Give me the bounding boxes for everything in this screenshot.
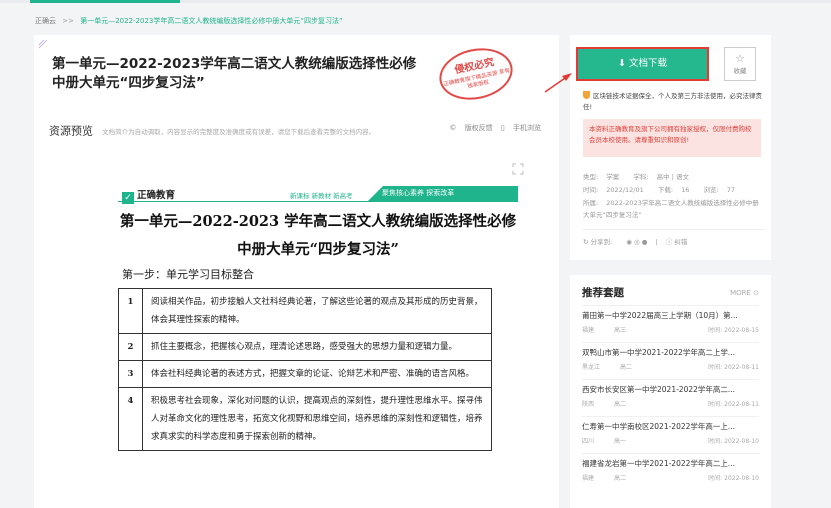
divider: [583, 229, 765, 230]
meta-time: 时间: 2022/12/01: [583, 186, 644, 194]
goal-number: 3: [118, 360, 143, 388]
copyright-stamp: 侵权必究 正确教育旗下精品资源 享有独家版权: [434, 41, 518, 107]
page-header: ✓ 正确教育 新课标 新教材 新高考 聚焦核心素养 探索改革: [118, 185, 518, 204]
star-icon: ☆: [735, 52, 745, 65]
breadcrumb-separator: >>: [62, 17, 74, 25]
goal-number: 2: [118, 333, 143, 361]
rec-meta: 福建 高二 时间: 2022-08-10: [582, 475, 759, 482]
top-bar: [0, 0, 831, 3]
preview-header: 资源预览 文档简介为自动调取，内容显示的完整度及准确度或有误差，请您下载后查看完…: [49, 120, 549, 138]
list-item[interactable]: 福建省龙岩第一中学2021-2022学年高二上... 福建 高二 时间: 2022-…: [582, 453, 759, 490]
meta-downloads: 下载: 16: [657, 186, 690, 194]
meta-row: 类型: 学案 学科: 高中 | 语文: [583, 171, 765, 183]
license-notice: 本资料正确教育及旗下公司拥有独家授权，仅限付费购校会员本校使用。请尊重知识和原创…: [583, 119, 761, 157]
meta-views: 浏览: 77: [703, 186, 736, 194]
rec-title[interactable]: 仁寿第一中学南校区2021-2022学年高一上...: [582, 421, 759, 432]
meta-row: 时间: 2022/12/01 下载: 16 浏览: 77: [583, 184, 765, 196]
goals-table: 1 阅读相关作品，初步接触人文社科经典论著，了解这些论著的观点及其形成的历史背景，…: [118, 288, 492, 451]
rec-meta: 福建 高三 时间: 2022-08-15: [582, 327, 759, 334]
goal-text: 体会社科经典论著的表述方式，把握文章的论证、论辩艺术和严密、准确的语言风格。: [142, 360, 492, 388]
goal-text: 抓住主要概念，把握核心观点，理清论述思路，感受强大的思想力量和逻辑力量。: [142, 333, 492, 361]
goal-text: 积极思考社会现象，深化对问题的认识，提高观点的深刻性，提升理性思维水平。探寻伟人…: [142, 387, 492, 451]
page-title: 第一单元—2022-2023 学年高二语文人教统编版选择性必修 中册大单元“四步…: [118, 208, 518, 264]
page-banner: 聚焦核心素养 探索改革: [368, 186, 518, 201]
fullscreen-icon[interactable]: [512, 163, 524, 175]
table-row: 1 阅读相关作品，初步接触人文社科经典论著，了解这些论著的观点及其形成的历史背景，…: [118, 288, 492, 334]
preview-tools: © 版权反馈 ▯ 手机浏览: [443, 123, 541, 133]
mobile-view-link[interactable]: ▯ 手机浏览: [501, 124, 541, 132]
brand-name: 正确教育: [137, 190, 176, 201]
preview-hint: 文档简介为自动调取，内容显示的完整度及准确度或有误差，请您下载后查看完整的文档内…: [102, 127, 376, 136]
step-heading: 第一步：单元学习目标整合: [122, 268, 254, 281]
top-bar-accent: [30, 0, 180, 3]
rec-title[interactable]: 福建省龙岩第一中学2021-2022学年高二上...: [582, 458, 759, 469]
page-title-line1: 第一单元—2022-2023 学年高二语文人教统编版选择性必修: [119, 213, 517, 230]
goal-number: 1: [118, 288, 143, 334]
list-item[interactable]: 西安市长安区第一中学2021-2022学年高二... 陕西 高二 时间: 2022-…: [582, 379, 759, 416]
meta-subject: 学科: 高中 | 语文: [633, 173, 689, 181]
share-separator: |: [655, 238, 658, 246]
rec-title[interactable]: 莆田第一中学2022届高三上学期（10月）第...: [582, 310, 759, 321]
rec-meta: 四川 高一 时间: 2022-08-10: [582, 438, 759, 445]
download-button[interactable]: ⬇ 文档下载: [576, 47, 709, 81]
recommend-header: 推荐套题 MORE ⊙: [570, 275, 771, 305]
favorite-button[interactable]: ☆ 收藏: [724, 47, 756, 81]
document-page: ✓ 正确教育 新课标 新教材 新高考 聚焦核心素养 探索改革 第一单元—2022-…: [118, 185, 518, 451]
more-link[interactable]: MORE ⊙: [730, 289, 759, 297]
report-link[interactable]: ⓘ 纠错: [666, 238, 694, 246]
table-row: 3 体会社科经典论著的表述方式，把握文章的论证、论辩艺术和严密、准确的语言风格。: [118, 360, 492, 388]
table-row: 2 抓住主要概念，把握核心观点，理清论述思路，感受强大的思想力量和逻辑力量。: [118, 333, 492, 361]
rec-meta: 黑龙江 高二 时间: 2022-08-11: [582, 364, 759, 371]
breadcrumb-home[interactable]: 正确云: [35, 17, 56, 25]
resource-meta: 类型: 学案 学科: 高中 | 语文 时间: 2022/12/01 下载: 16…: [583, 171, 765, 249]
document-title: 第一单元—2022-2023学年高二语文人教统编版选择性必修中册大单元“四步复习…: [52, 56, 417, 91]
page-title-line2: 中册大单元“四步复习法”: [237, 241, 399, 258]
document-panel: 第一单元—2022-2023学年高二语文人教统编版选择性必修中册大单元“四步复习…: [34, 35, 559, 508]
share-label: ↻ 分享到:: [583, 238, 613, 246]
blockchain-notice: 区块链技术证据保全，个人及第三方非法使用，必究法律责任!: [583, 91, 762, 111]
goal-text: 阅读相关作品，初步接触人文社科经典论著，了解这些论著的观点及其形成的历史背景，体…: [142, 288, 492, 334]
corner-mark-icon: [38, 39, 48, 49]
favorite-label: 收藏: [733, 67, 747, 75]
share-row: ↻ 分享到: ◉ ◎ ● | ⓘ 纠错: [583, 236, 765, 248]
meta-type: 类型: 学案: [583, 173, 620, 181]
shield-icon: [583, 91, 590, 99]
check-icon: ✓: [122, 192, 134, 204]
recommend-panel: 推荐套题 MORE ⊙ 莆田第一中学2022届高三上学期（10月）第... 福建…: [570, 275, 771, 508]
rec-title[interactable]: 西安市长安区第一中学2021-2022学年高二...: [582, 384, 759, 395]
list-item[interactable]: 双鸭山市第一中学2021-2022学年高二上学... 黑龙江 高二 时间: 2022…: [582, 342, 759, 379]
breadcrumb-current[interactable]: 第一单元—2022-2023学年高二语文人教统编版选择性必修中册大单元“四步复习…: [80, 17, 342, 25]
list-item[interactable]: 莆田第一中学2022届高三上学期（10月）第... 福建 高三 时间: 2022-0…: [582, 305, 759, 342]
meta-belongs[interactable]: 所属: 2022-2023学年高二语文人教统编版选择性必修中册大单元“四步复习法…: [583, 197, 765, 221]
page-tags: 新课标 新教材 新高考: [290, 192, 353, 200]
rec-meta: 陕西 高二 时间: 2022-08-11: [582, 401, 759, 408]
preview-label: 资源预览: [49, 124, 93, 138]
copyright-feedback-link[interactable]: © 版权反馈: [449, 124, 492, 132]
brand-logo: ✓ 正确教育: [122, 187, 175, 204]
download-panel: ⬇ 文档下载 ☆ 收藏 区块链技术证据保全，个人及第三方非法使用，必究法律责任!…: [570, 35, 771, 260]
table-row: 4 积极思考社会现象，深化对问题的认识，提高观点的深刻性，提升理性思维水平。探寻伟…: [118, 387, 492, 451]
share-icons[interactable]: ◉ ◎ ●: [626, 238, 647, 246]
recommend-title: 推荐套题: [582, 287, 624, 299]
breadcrumb: 正确云 >> 第一单元—2022-2023学年高二语文人教统编版选择性必修中册大…: [35, 16, 343, 26]
list-item[interactable]: 仁寿第一中学南校区2021-2022学年高一上... 四川 高一 时间: 2022-…: [582, 416, 759, 453]
rec-title[interactable]: 双鸭山市第一中学2021-2022学年高二上学...: [582, 347, 759, 358]
goal-number: 4: [118, 387, 143, 451]
